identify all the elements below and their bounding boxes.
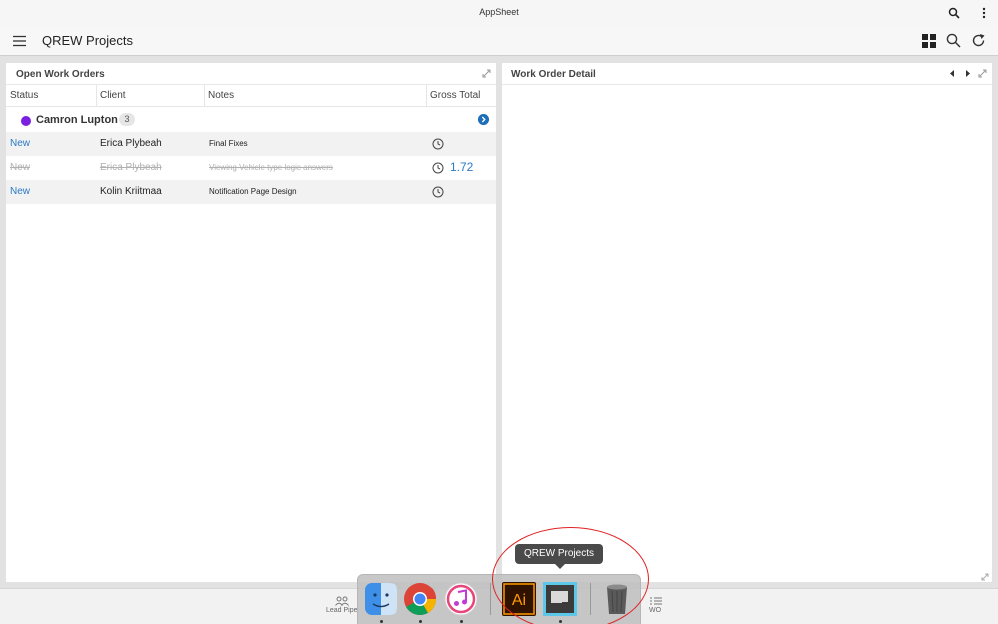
column-header-gross-total[interactable]: Gross Total (430, 90, 480, 101)
column-header-notes[interactable]: Notes (208, 90, 234, 101)
tab-label: WO (649, 607, 662, 614)
tab-lead-pipe[interactable]: Lead Pipe (326, 596, 358, 614)
status-cell: New (10, 162, 31, 173)
itunes-icon[interactable] (444, 582, 478, 616)
resize-icon[interactable] (981, 573, 989, 581)
search-icon[interactable] (946, 33, 961, 48)
client-cell: Erica Plybeah (100, 138, 162, 149)
table-row[interactable]: New Erica Plybeah Final Fixes (6, 132, 496, 156)
refresh-icon[interactable] (971, 33, 986, 48)
table-header: Status Client Notes Gross Total (6, 85, 496, 107)
column-header-client[interactable]: Client (100, 90, 126, 101)
next-icon[interactable] (963, 69, 972, 78)
running-indicator (460, 620, 463, 623)
panel-title: Work Order Detail (511, 69, 596, 80)
running-indicator (380, 620, 383, 623)
panel-header: Open Work Orders (6, 63, 496, 85)
chevron-right-icon[interactable] (478, 114, 489, 125)
window-title: AppSheet (479, 7, 519, 17)
app-title: QREW Projects (42, 33, 134, 48)
group-count-badge: 3 (119, 113, 135, 126)
column-divider (96, 85, 97, 107)
gross-total-cell: 1.72 (450, 160, 474, 174)
red-highlight-circle (492, 527, 649, 624)
column-header-status[interactable]: Status (10, 90, 38, 101)
clock-icon (432, 138, 444, 150)
column-divider (426, 85, 427, 107)
previous-icon[interactable] (948, 69, 957, 78)
open-work-orders-panel: Open Work Orders Status Client Notes Gro… (6, 63, 496, 582)
client-cell: Kolin Kriitmaa (100, 186, 162, 197)
group-color-dot (21, 116, 31, 126)
status-cell: New (10, 138, 31, 149)
search-icon[interactable] (948, 7, 960, 19)
notes-cell: Viewing Vehicle type logic answers (209, 163, 333, 172)
status-cell: New (10, 186, 31, 197)
chrome-icon[interactable] (403, 582, 437, 616)
panel-header: Work Order Detail (502, 63, 992, 85)
expand-icon[interactable] (482, 69, 491, 78)
grid-view-icon[interactable] (922, 34, 936, 48)
menu-icon[interactable] (13, 35, 26, 47)
tab-wo[interactable]: WO (649, 596, 663, 614)
app-header: QREW Projects (0, 26, 998, 56)
running-indicator (419, 620, 422, 623)
tab-label: Lead Pipe (326, 607, 358, 614)
list-icon (650, 597, 662, 605)
column-divider (204, 85, 205, 107)
table-row[interactable]: New Erica Plybeah Viewing Vehicle type l… (6, 156, 496, 180)
group-name: Camron Lupton (36, 114, 118, 126)
window-titlebar: AppSheet (0, 0, 998, 26)
clock-icon (432, 186, 444, 198)
dock-separator (490, 583, 491, 615)
client-cell: Erica Plybeah (100, 162, 162, 173)
notes-cell: Final Fixes (209, 139, 248, 148)
finder-icon[interactable] (364, 582, 398, 616)
more-vertical-icon[interactable] (978, 7, 990, 19)
people-icon (334, 596, 349, 606)
group-header[interactable]: Camron Lupton 3 (6, 108, 496, 132)
expand-icon[interactable] (978, 69, 987, 78)
clock-icon (432, 162, 444, 174)
panel-title: Open Work Orders (16, 69, 105, 80)
table-row[interactable]: New Kolin Kriitmaa Notification Page Des… (6, 180, 496, 204)
notes-cell: Notification Page Design (209, 187, 297, 196)
work-order-detail-panel: Work Order Detail (502, 63, 992, 582)
